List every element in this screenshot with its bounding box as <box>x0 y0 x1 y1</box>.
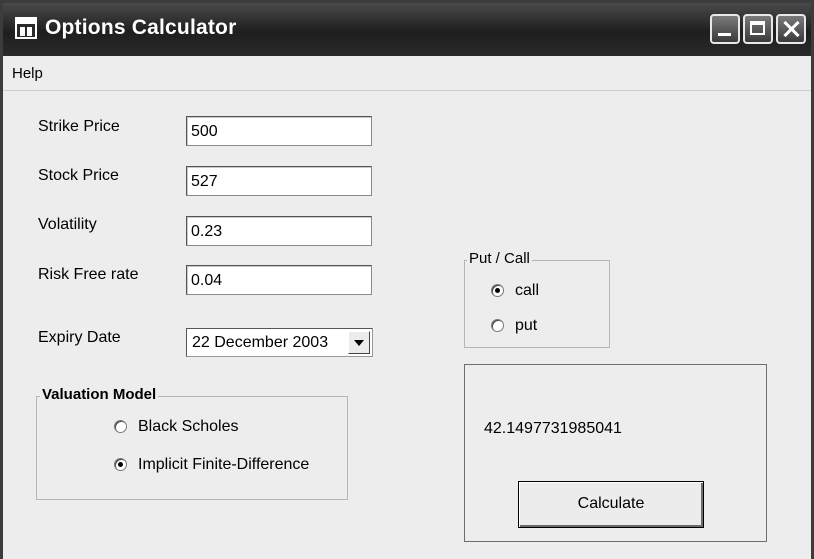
expiry-date-select[interactable]: 22 December 2003 <box>186 328 373 357</box>
app-window-icon <box>15 17 37 39</box>
implicit-finite-difference-label: Implicit Finite-Difference <box>138 456 310 473</box>
options-calculator-window: Options Calculator Help Strike Price 500… <box>0 0 814 559</box>
volatility-label: Volatility <box>38 216 97 233</box>
valuation-model-group: Valuation Model Black Scholes Implicit F… <box>36 386 348 500</box>
risk-free-rate-input[interactable]: 0.04 <box>186 265 372 295</box>
calculate-button[interactable]: Calculate <box>518 481 704 528</box>
result-value: 42.1497731985041 <box>484 420 622 437</box>
put-call-title: Put / Call <box>467 250 532 267</box>
close-icon[interactable] <box>776 14 806 44</box>
put-label: put <box>515 317 538 334</box>
stock-price-input[interactable]: 527 <box>186 166 372 196</box>
maximize-icon[interactable] <box>743 14 773 44</box>
minimize-icon[interactable] <box>710 14 740 44</box>
stock-price-label: Stock Price <box>38 167 119 184</box>
title-bar[interactable]: Options Calculator <box>3 3 811 56</box>
valuation-model-title: Valuation Model <box>40 386 159 403</box>
call-label: call <box>515 282 540 299</box>
strike-price-label: Strike Price <box>38 118 120 135</box>
put-call-group: Put / Call call put <box>464 250 610 348</box>
implicit-finite-difference-radio[interactable] <box>114 458 127 471</box>
menu-help[interactable]: Help <box>12 65 43 82</box>
put-radio[interactable] <box>491 319 504 332</box>
window-title: Options Calculator <box>45 16 237 39</box>
expiry-date-value: 22 December 2003 <box>192 334 329 351</box>
expiry-date-label: Expiry Date <box>38 329 121 346</box>
result-panel: 42.1497731985041 Calculate <box>464 364 767 542</box>
chevron-down-icon[interactable] <box>348 331 370 354</box>
strike-price-input[interactable]: 500 <box>186 116 372 146</box>
black-scholes-radio[interactable] <box>114 420 127 433</box>
volatility-input[interactable]: 0.23 <box>186 216 372 246</box>
black-scholes-label: Black Scholes <box>138 418 239 435</box>
menu-bar: Help <box>3 56 811 91</box>
call-radio[interactable] <box>491 284 504 297</box>
risk-free-rate-label: Risk Free rate <box>38 266 139 283</box>
